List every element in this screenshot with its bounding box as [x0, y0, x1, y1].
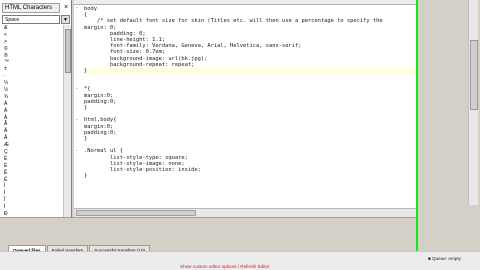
code-editor[interactable]: - - - - body{ /* set default font size f… — [74, 0, 416, 208]
character-item[interactable]: Á — [2, 108, 60, 115]
character-item[interactable]: Ê — [2, 170, 60, 177]
character-item[interactable]: Æ — [2, 142, 60, 149]
character-item[interactable]: ¼ — [2, 80, 60, 87]
fold-marker-icon[interactable]: - — [76, 149, 80, 154]
character-item[interactable]: > — [2, 39, 60, 46]
queue-tabs: Queued filesFailed transfersSuccessful t… — [8, 239, 151, 255]
character-item[interactable]: ™ — [2, 59, 60, 66]
character-item[interactable]: ® — [2, 53, 60, 60]
character-item[interactable]: ½ — [2, 87, 60, 94]
queue-status: ■ Queue: empty — [428, 256, 461, 261]
character-item[interactable]: Ã — [2, 121, 60, 128]
chevron-down-icon[interactable]: ▼ — [61, 15, 70, 24]
right-scrollbar[interactable] — [468, 0, 478, 205]
right-scrollbar-thumb[interactable] — [470, 40, 478, 110]
code-line: } — [84, 173, 88, 180]
horizontal-scrollbar-thumb[interactable] — [76, 210, 196, 216]
fold-marker-icon[interactable]: - — [76, 6, 80, 11]
character-item[interactable]: Å — [2, 135, 60, 142]
character-list: &<>©®™±·¼½¾ÀÁÂÃÄÅÆÇÈÉÊËÌÍÎÏÐÑÒ — [2, 25, 60, 233]
character-item[interactable]: Â — [2, 115, 60, 122]
left-scrollbar[interactable] — [63, 25, 71, 233]
character-item[interactable]: È — [2, 156, 60, 163]
character-item[interactable]: & — [2, 25, 60, 32]
html-characters-panel: HTML Characters × Space ▼ & < > © ® ™ ± · ¼ ½ ¾ À Á Â… — [0, 0, 72, 236]
code-lines: body{ /* set default font size for skin … — [84, 6, 416, 179]
transfer-queue-panel: Queued filesFailed transfersSuccessful t… — [0, 217, 416, 255]
character-item[interactable]: É — [2, 163, 60, 170]
editor-options-link[interactable]: Show custom editor options / Refresh Edi… — [180, 264, 270, 269]
character-item[interactable]: ¾ — [2, 94, 60, 101]
character-item[interactable]: Î — [2, 197, 60, 204]
character-item[interactable]: Ç — [2, 149, 60, 156]
character-item[interactable]: < — [2, 32, 60, 39]
character-item[interactable]: © — [2, 46, 60, 53]
left-scrollbar-thumb[interactable] — [65, 29, 71, 73]
character-item[interactable]: Ì — [2, 183, 60, 190]
character-item[interactable]: Ä — [2, 128, 60, 135]
character-item[interactable]: À — [2, 101, 60, 108]
character-item[interactable]: Ï — [2, 204, 60, 211]
code-line: /* set default font size for skin (Title… — [84, 18, 383, 25]
character-item[interactable]: · — [2, 73, 60, 80]
character-item[interactable]: ± — [2, 66, 60, 73]
close-icon[interactable]: × — [62, 3, 70, 13]
editor-tabs — [74, 0, 416, 5]
fold-marker-icon[interactable]: - — [76, 87, 80, 92]
character-select[interactable]: Space — [2, 15, 60, 24]
divider-line — [416, 0, 418, 270]
character-item[interactable]: Ë — [2, 177, 60, 184]
character-item[interactable]: Í — [2, 190, 60, 197]
horizontal-scrollbar[interactable] — [74, 208, 416, 217]
fold-marker-icon[interactable]: - — [76, 118, 80, 123]
panel-title: HTML Characters — [2, 3, 60, 13]
